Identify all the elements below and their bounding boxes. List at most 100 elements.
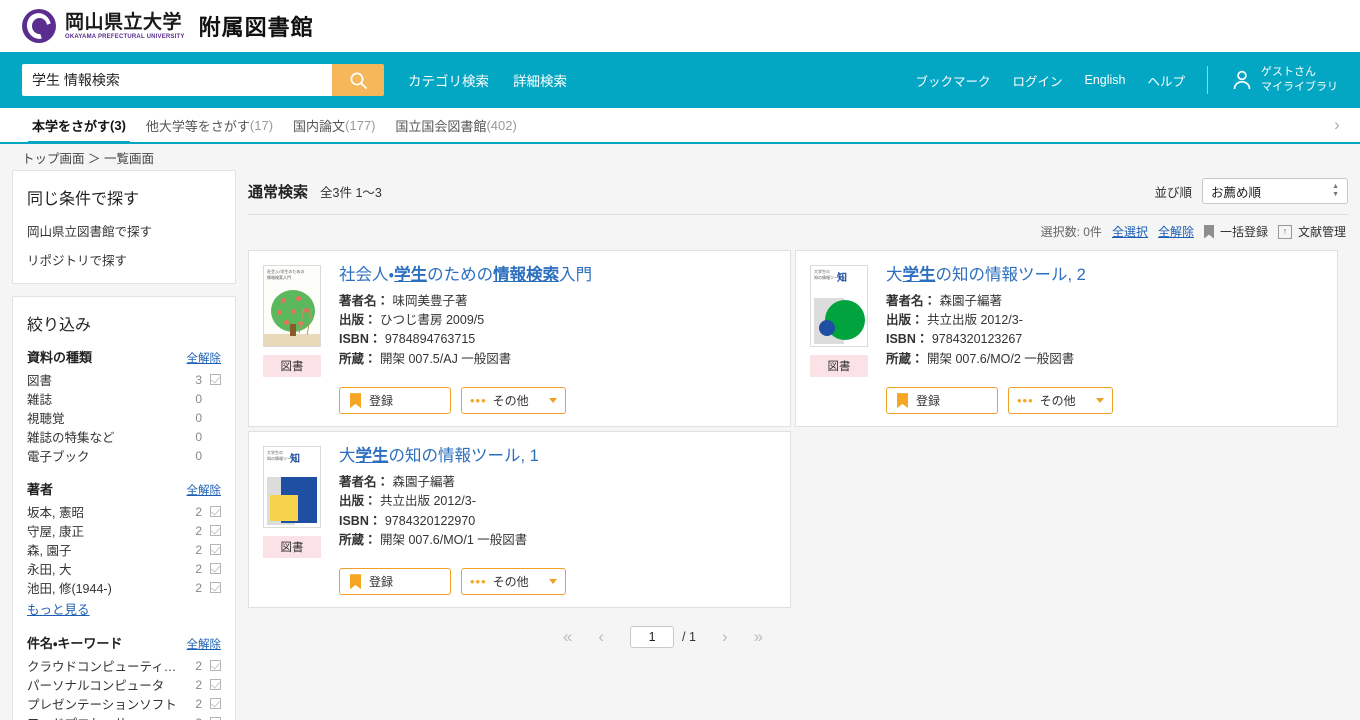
media-type-badge: 図書 <box>263 355 321 377</box>
result-thumbnail-column: 大学生の 知の情報ツール I 知 図書 <box>263 446 325 595</box>
title-part: の知の情報ツール, 2 <box>935 266 1086 284</box>
facet-checkbox[interactable] <box>210 374 221 385</box>
facet-row[interactable]: パーソナルコンピュータ 2 <box>27 675 221 694</box>
facet-checkbox[interactable] <box>210 525 221 536</box>
facet-row[interactable]: ワードプロセッサ 2 <box>27 713 221 720</box>
facet-row[interactable]: 雑誌 0 <box>27 389 221 408</box>
bulk-register-label: 一括登録 <box>1219 225 1268 239</box>
results-header: 通常検索 全3件 1〜3 並び順 お薦め順 ▲ ▼ <box>248 170 1348 214</box>
meta-value-publisher: ひつじ書房 2009/5 <box>380 313 485 327</box>
facet-checkbox[interactable] <box>210 660 221 671</box>
search-button[interactable] <box>332 64 384 96</box>
help-link[interactable]: ヘルプ <box>1147 71 1185 90</box>
facet-row[interactable]: 視聴覚 0 <box>27 408 221 427</box>
category-search-link[interactable]: カテゴリ検索 <box>408 70 489 90</box>
double-chevron-left-icon[interactable]: « <box>563 627 572 647</box>
clear-all-link[interactable]: 全解除 <box>1158 223 1194 240</box>
register-button[interactable]: 登録 <box>339 568 451 596</box>
facet-row[interactable]: 森, 園子 2 <box>27 540 221 559</box>
double-chevron-right-icon[interactable]: » <box>754 627 763 647</box>
result-card[interactable]: 社会人・学生のための 情報検索入門 図書 社会人・学生のための情報検索入門 著者… <box>248 250 791 428</box>
tab-label: 国内論文 <box>293 118 346 134</box>
facet-checkbox[interactable] <box>210 582 221 593</box>
facet-count: 0 <box>195 391 202 406</box>
chevron-right-icon[interactable]: › <box>1314 108 1360 142</box>
sidebar-link-prefectural-library[interactable]: 岡山県立図書館で探す <box>27 221 221 240</box>
register-button[interactable]: 登録 <box>339 387 451 415</box>
facet-row[interactable]: 図書 3 <box>27 370 221 389</box>
tab-other-universities[interactable]: 他大学等をさがす (17) <box>136 108 283 142</box>
facet-count: 2 <box>195 504 202 519</box>
other-actions-dropdown[interactable]: ••• その他 <box>461 568 566 596</box>
mylibrary-button[interactable]: ゲストさん マイライブラリ <box>1230 65 1338 95</box>
tab-domestic-papers[interactable]: 国内論文 (177) <box>283 108 385 142</box>
result-title-link[interactable]: 大学生の知の情報ツール, 2 <box>886 265 1321 286</box>
result-title-link[interactable]: 社会人・学生のための情報検索入門 <box>339 265 774 286</box>
document-manage-button[interactable]: ↑ 文献管理 <box>1277 223 1346 240</box>
facet-clear-link[interactable]: 全解除 <box>187 482 222 498</box>
meta-author-row: 著者名： 森園子編著 <box>886 292 1321 311</box>
facet-row[interactable]: クラウドコンピューティ… 2 <box>27 656 221 675</box>
register-label: 登録 <box>916 394 941 409</box>
chevron-right-icon[interactable]: › <box>722 627 728 647</box>
facet-row[interactable]: 雑誌の特集など 0 <box>27 427 221 446</box>
facet-checkbox[interactable] <box>210 563 221 574</box>
facet-header: 著者 全解除 <box>27 479 221 498</box>
sidebar-link-repository[interactable]: リポジトリで探す <box>27 250 221 269</box>
meta-label: 著者名： <box>339 474 390 489</box>
tab-ndl[interactable]: 国立国会図書館 (402) <box>385 108 526 142</box>
meta-label: 所蔵： <box>339 532 377 547</box>
facet-header: 資料の種類 全解除 <box>27 347 221 366</box>
facet-clear-link[interactable]: 全解除 <box>187 636 222 652</box>
cover-green-circle-icon[interactable]: 大学生の 知の情報ツール II 知 <box>810 265 868 347</box>
facet-row[interactable]: 電子ブック 0 <box>27 446 221 465</box>
detail-search-link[interactable]: 詳細検索 <box>513 70 567 90</box>
facet-count: 0 <box>195 410 202 425</box>
facet-header: 件名・キーワード 全解除 <box>27 633 221 652</box>
other-actions-dropdown[interactable]: ••• その他 <box>1008 387 1113 415</box>
sidebar: 同じ条件で探す 岡山県立図書館で探す リポジトリで探す 絞り込み 資料の種類 全… <box>12 170 236 720</box>
facet-more-link[interactable]: もっと見る <box>27 599 90 618</box>
other-label: その他 <box>492 394 529 409</box>
bookmark-link[interactable]: ブックマーク <box>915 71 990 90</box>
facet-row[interactable]: プレゼンテーションソフト 2 <box>27 694 221 713</box>
search-input[interactable] <box>22 64 332 96</box>
tab-honngaku[interactable]: 本学をさがす (3) <box>22 108 136 144</box>
title-part-highlight: 情報検索 <box>493 266 560 284</box>
page-number-input[interactable] <box>630 626 675 649</box>
result-card[interactable]: 大学生の 知の情報ツール I 知 図書 大学生の知の情報ツール, 1 著者名： 森… <box>248 431 791 609</box>
tab-count: (3) <box>110 117 126 133</box>
facet-checkbox[interactable] <box>210 679 221 690</box>
meta-publisher-row: 出版： 共立出版 2012/3- <box>339 492 774 511</box>
result-card[interactable]: 大学生の 知の情報ツール II 知 図書 大学生の知の情報ツール, 2 著者名： … <box>795 250 1338 428</box>
breadcrumb: トップ画面 ＞ 一覧画面 <box>0 144 1360 170</box>
chevron-left-icon[interactable]: ‹ <box>598 627 604 647</box>
meta-holding-row: 所蔵： 開架 007.5/AJ 一般図書 <box>339 350 774 369</box>
meta-isbn-row: ISBN： 9784320123267 <box>886 330 1321 349</box>
facet-checkbox[interactable] <box>210 544 221 555</box>
facet-row[interactable]: 池田, 修(1944-) 2 <box>27 578 221 597</box>
tab-count: (177) <box>345 117 376 133</box>
bookmark-icon <box>897 393 908 409</box>
meta-label: 出版： <box>339 494 377 509</box>
select-all-link[interactable]: 全選択 <box>1112 223 1148 240</box>
search-scope-tabs: 本学をさがす (3) 他大学等をさがす (17) 国内論文 (177) 国立国会図書館… <box>0 108 1360 144</box>
facet-row[interactable]: 坂本, 憲昭 2 <box>27 502 221 521</box>
bulk-register-button[interactable]: 一括登録 <box>1203 223 1268 240</box>
cover-tree-icon[interactable]: 社会人・学生のための 情報検索入門 <box>263 265 321 347</box>
english-link[interactable]: English <box>1084 73 1125 87</box>
facet-label: クラウドコンピューティ… <box>27 660 177 674</box>
cover-blue-yellow-icon[interactable]: 大学生の 知の情報ツール I 知 <box>263 446 321 529</box>
results-list: 社会人・学生のための 情報検索入門 図書 社会人・学生のための情報検索入門 著者… <box>248 250 1348 609</box>
facet-checkbox[interactable] <box>210 506 221 517</box>
facet-row[interactable]: 永田, 大 2 <box>27 559 221 578</box>
meta-label: ISBN： <box>339 332 382 347</box>
facet-clear-link[interactable]: 全解除 <box>187 350 222 366</box>
register-button[interactable]: 登録 <box>886 387 998 415</box>
sort-select[interactable]: お薦め順 ▲ ▼ <box>1202 178 1348 204</box>
result-title-link[interactable]: 大学生の知の情報ツール, 1 <box>339 446 774 467</box>
facet-row[interactable]: 守屋, 康正 2 <box>27 521 221 540</box>
other-actions-dropdown[interactable]: ••• その他 <box>461 387 566 415</box>
login-link[interactable]: ログイン <box>1012 71 1062 90</box>
facet-checkbox[interactable] <box>210 698 221 709</box>
